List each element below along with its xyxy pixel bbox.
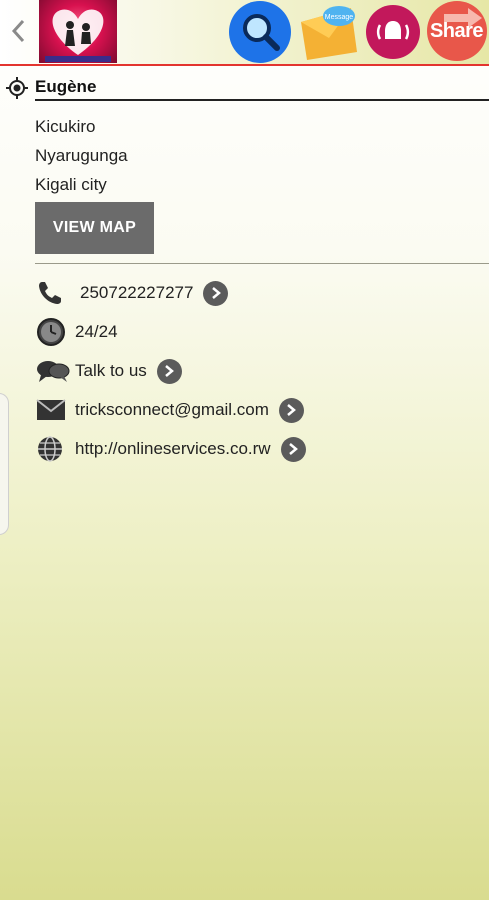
- section-divider: [35, 263, 489, 264]
- email-address: tricksconnect@gmail.com: [75, 400, 269, 419]
- talk-to-us-label: Talk to us: [75, 361, 147, 380]
- alarm-icon: [366, 4, 420, 59]
- message-button[interactable]: Message: [298, 0, 360, 63]
- alarm-button[interactable]: [362, 0, 424, 63]
- address-line-2: Nyarugunga: [35, 146, 128, 165]
- chat-bubbles-icon: [36, 356, 70, 386]
- phone-row[interactable]: 250722227277: [36, 278, 229, 308]
- address-line-3: Kigali city: [35, 175, 107, 194]
- website-row[interactable]: http://onlineservices.co.rw: [36, 434, 306, 464]
- phone-icon: [36, 278, 70, 308]
- hours-row: 24/24: [36, 317, 128, 347]
- share-button[interactable]: Share: [424, 0, 489, 63]
- svg-text:Message: Message: [325, 14, 354, 21]
- email-row[interactable]: tricksconnect@gmail.com: [36, 395, 304, 425]
- title-divider: [35, 99, 489, 101]
- message-icon: Message: [301, 5, 357, 60]
- top-bar: Message Share: [0, 0, 489, 66]
- app-logo: [39, 0, 117, 63]
- search-icon: [229, 0, 291, 63]
- share-label: Share: [429, 20, 484, 42]
- chevron-right-icon[interactable]: [280, 436, 306, 462]
- chevron-right-icon[interactable]: [156, 358, 182, 384]
- chevron-right-icon[interactable]: [278, 397, 304, 423]
- view-map-button[interactable]: VIEW MAP: [35, 202, 154, 254]
- address-line-1: Kicukiro: [35, 117, 96, 136]
- back-chevron-icon: [11, 19, 25, 43]
- contact-header: Eugène: [0, 74, 489, 102]
- side-drawer-handle[interactable]: [0, 393, 9, 535]
- chevron-right-icon[interactable]: [203, 280, 229, 306]
- clock-icon: [36, 317, 70, 347]
- envelope-icon: [36, 395, 70, 425]
- opening-hours: 24/24: [75, 322, 118, 341]
- talk-row[interactable]: Talk to us: [36, 356, 182, 386]
- back-button[interactable]: [8, 16, 30, 46]
- contact-name: Eugène: [35, 77, 97, 96]
- globe-icon: [36, 434, 70, 464]
- website-url: http://onlineservices.co.rw: [75, 439, 271, 458]
- search-button[interactable]: [229, 0, 291, 63]
- phone-number: 250722227277: [80, 283, 194, 302]
- location-target-icon: [6, 77, 28, 99]
